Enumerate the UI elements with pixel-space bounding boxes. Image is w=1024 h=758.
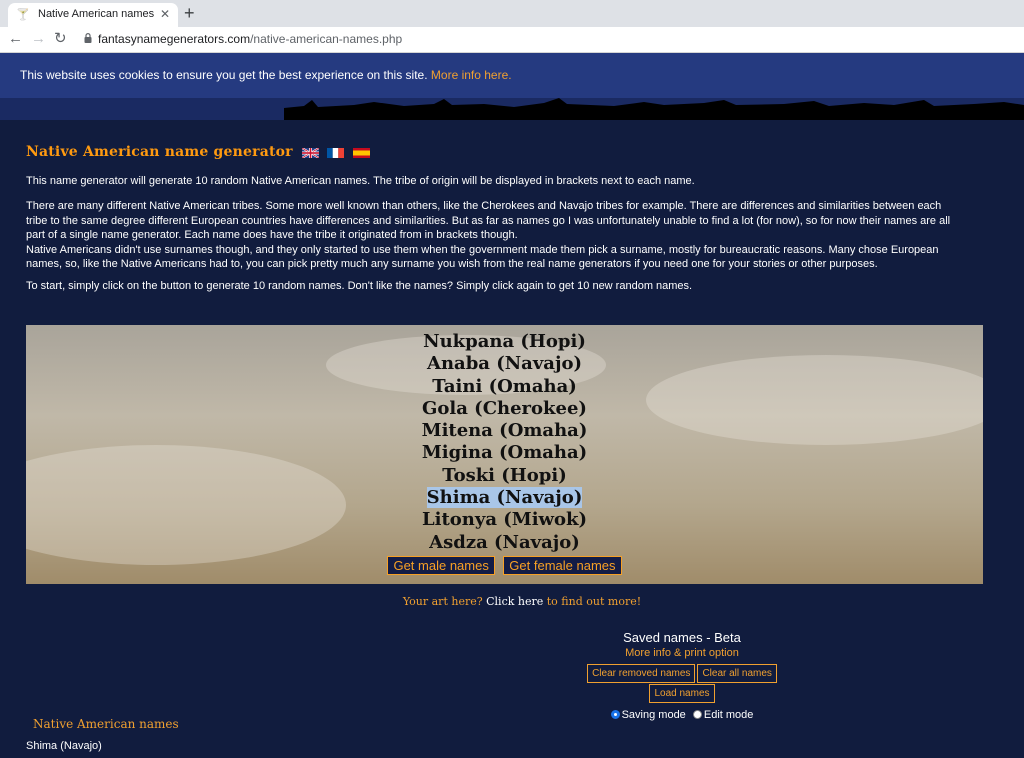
- address-bar[interactable]: fantasynamegenerators.com/native-america…: [98, 32, 402, 46]
- description-line: names, so, like the Native Americans had…: [26, 258, 878, 271]
- french-flag-icon[interactable]: [327, 148, 345, 158]
- saved-list-item[interactable]: Shima (Navajo): [26, 740, 102, 752]
- cookie-more-info-link[interactable]: More info here.: [431, 68, 512, 82]
- generator-buttons: Get male names Get female names: [26, 556, 983, 575]
- close-tab-icon[interactable]: ✕: [160, 7, 170, 21]
- generated-name[interactable]: Migina (Omaha): [26, 442, 983, 464]
- spanish-flag-icon[interactable]: [352, 148, 370, 158]
- generated-name[interactable]: Toski (Hopi): [26, 465, 983, 487]
- skyline-silhouette: [284, 98, 1024, 120]
- saving-mode-label: Saving mode: [621, 709, 686, 721]
- forward-icon[interactable]: →: [31, 30, 46, 48]
- browser-tab-bar: 🍸 Native American names ✕ +: [0, 0, 1024, 27]
- generated-name[interactable]: Anaba (Navajo): [26, 353, 983, 375]
- back-icon[interactable]: ←: [8, 30, 23, 48]
- generated-name[interactable]: Mitena (Omaha): [26, 420, 983, 442]
- generated-name[interactable]: Taini (Omaha): [26, 376, 983, 398]
- load-names-button[interactable]: Load names: [649, 684, 715, 703]
- cookie-message: This website uses cookies to ensure you …: [20, 68, 431, 82]
- description-paragraph: There are many different Native American…: [26, 199, 950, 272]
- new-tab-button[interactable]: +: [184, 3, 195, 23]
- saving-mode-radio[interactable]: [610, 710, 620, 719]
- more-info-link[interactable]: More info & print option: [558, 647, 806, 659]
- art-promo-suffix: to find out more!: [543, 595, 642, 608]
- instructions-paragraph: To start, simply click on the button to …: [26, 280, 693, 292]
- saved-list-title: Native American names: [33, 717, 179, 731]
- description-line: There are many different Native American…: [26, 200, 942, 212]
- cookie-banner: This website uses cookies to ensure you …: [0, 53, 1024, 98]
- header-banner: [0, 98, 1024, 120]
- description-line: part of a single name generator. Each na…: [26, 229, 518, 242]
- description-line: tribe to the same degree different Europ…: [26, 214, 951, 227]
- mode-selector: Saving mode Edit mode: [558, 709, 806, 721]
- saved-names-buttons: Clear removed names Clear all namesLoad n…: [558, 663, 806, 703]
- generated-names-list: Nukpana (Hopi) Anaba (Navajo) Taini (Oma…: [26, 331, 983, 554]
- generated-name-selected[interactable]: Shima (Navajo): [26, 487, 983, 509]
- english-flag-icon[interactable]: [302, 148, 319, 158]
- reload-icon[interactable]: ↻: [54, 30, 67, 48]
- favicon-icon: 🍸: [16, 9, 30, 21]
- art-promo-prefix: Your art here?: [402, 595, 487, 608]
- art-promo-link[interactable]: Click here: [486, 595, 543, 608]
- get-male-names-button[interactable]: Get male names: [387, 556, 495, 575]
- browser-toolbar: ← → ↻ fantasynamegenerators.com/native-a…: [0, 27, 1024, 53]
- url-path: /native-american-names.php: [250, 32, 403, 46]
- language-flags: [302, 148, 374, 166]
- edit-mode-label: Edit mode: [703, 709, 754, 721]
- get-female-names-button[interactable]: Get female names: [503, 556, 622, 575]
- page-title: Native American name generator: [26, 144, 293, 160]
- art-promo: Your art here? Click here to find out mo…: [0, 595, 1024, 608]
- tab-title: Native American names: [38, 8, 155, 20]
- lock-icon: [84, 33, 92, 43]
- name-generator-panel: Nukpana (Hopi) Anaba (Navajo) Taini (Oma…: [26, 325, 983, 584]
- url-domain: fantasynamegenerators.com: [98, 32, 251, 46]
- generated-name[interactable]: Gola (Cherokee): [26, 398, 983, 420]
- saved-names-panel: Saved names - Beta More info & print opt…: [558, 630, 806, 721]
- clear-removed-names-button[interactable]: Clear removed names: [587, 664, 696, 683]
- saved-names-title: Saved names - Beta: [623, 630, 741, 645]
- generated-name[interactable]: Nukpana (Hopi): [26, 331, 983, 353]
- description-line: Native Americans didn't use surnames tho…: [26, 243, 939, 256]
- browser-tab[interactable]: 🍸 Native American names ✕: [8, 3, 178, 27]
- generated-name[interactable]: Asdza (Navajo): [26, 532, 983, 554]
- intro-paragraph: This name generator will generate 10 ran…: [26, 175, 695, 187]
- clear-all-names-button[interactable]: Clear all names: [697, 664, 777, 683]
- generated-name[interactable]: Litonya (Miwok): [26, 509, 983, 531]
- cookie-text: This website uses cookies to ensure you …: [20, 68, 512, 82]
- edit-mode-radio[interactable]: [692, 710, 702, 719]
